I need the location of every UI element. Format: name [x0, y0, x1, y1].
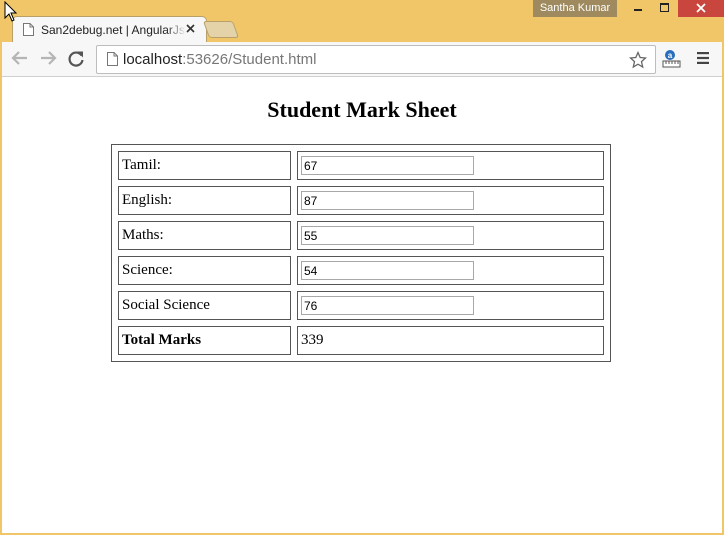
close-icon — [696, 3, 706, 13]
close-window-button[interactable] — [678, 0, 724, 17]
tamil-mark-input[interactable] — [301, 156, 474, 175]
document-icon — [23, 23, 34, 36]
reload-icon[interactable] — [67, 50, 85, 68]
extension-icon[interactable]: a — [662, 49, 682, 69]
table-row: Social Science — [118, 291, 604, 320]
bookmark-star-icon[interactable] — [629, 51, 647, 69]
subject-label: Tamil: — [118, 151, 291, 180]
mark-sheet-table: Tamil: English: Maths: Science: Social S… — [111, 144, 611, 362]
tab-title: San2debug.net | AngularJs — [41, 23, 186, 37]
total-marks-value: 339 — [297, 326, 604, 355]
total-marks-label: Total Marks — [118, 326, 291, 355]
address-bar[interactable]: localhost:53626/Student.html — [96, 45, 656, 74]
english-mark-input[interactable] — [301, 191, 474, 210]
browser-toolbar: localhost:53626/Student.html a — [2, 42, 722, 77]
subject-label: Science: — [118, 256, 291, 285]
social-science-mark-input[interactable] — [301, 296, 474, 315]
subject-mark-cell — [297, 151, 604, 180]
hamburger-menu-icon[interactable] — [696, 51, 710, 65]
subject-label: English: — [118, 186, 291, 215]
page-title: Student Mark Sheet — [267, 97, 457, 122]
table-row: Tamil: — [118, 151, 604, 180]
page-icon — [107, 52, 118, 66]
subject-label: Maths: — [118, 221, 291, 250]
url-host: localhost — [123, 51, 183, 68]
maths-mark-input[interactable] — [301, 226, 474, 245]
table-row: Science: — [118, 256, 604, 285]
table-row: Maths: — [118, 221, 604, 250]
subject-label: Social Science — [118, 291, 291, 320]
page-viewport: Student Mark Sheet Tamil: English: Maths… — [2, 77, 722, 533]
tab-active[interactable]: San2debug.net | AngularJs — [12, 16, 207, 43]
science-mark-input[interactable] — [301, 261, 474, 280]
url-path: :53626/Student.html — [182, 51, 317, 68]
table-row: English: — [118, 186, 604, 215]
forward-arrow-icon[interactable] — [39, 50, 57, 66]
window-titlebar: Santha Kumar San2debug.net | AngularJs — [0, 0, 724, 43]
minimize-button[interactable] — [624, 0, 650, 17]
total-row: Total Marks 339 — [118, 326, 604, 355]
new-tab-button[interactable] — [202, 21, 240, 38]
back-arrow-icon[interactable] — [11, 50, 29, 66]
maximize-button[interactable] — [651, 0, 677, 17]
mouse-cursor-icon — [4, 1, 18, 22]
profile-badge[interactable]: Santha Kumar — [533, 0, 617, 17]
subject-mark-cell — [297, 221, 604, 250]
subject-mark-cell — [297, 291, 604, 320]
svg-text:a: a — [668, 51, 673, 60]
subject-mark-cell — [297, 256, 604, 285]
url-text[interactable]: localhost:53626/Student.html — [123, 51, 316, 68]
subject-mark-cell — [297, 186, 604, 215]
tab-close-icon[interactable] — [186, 24, 195, 33]
